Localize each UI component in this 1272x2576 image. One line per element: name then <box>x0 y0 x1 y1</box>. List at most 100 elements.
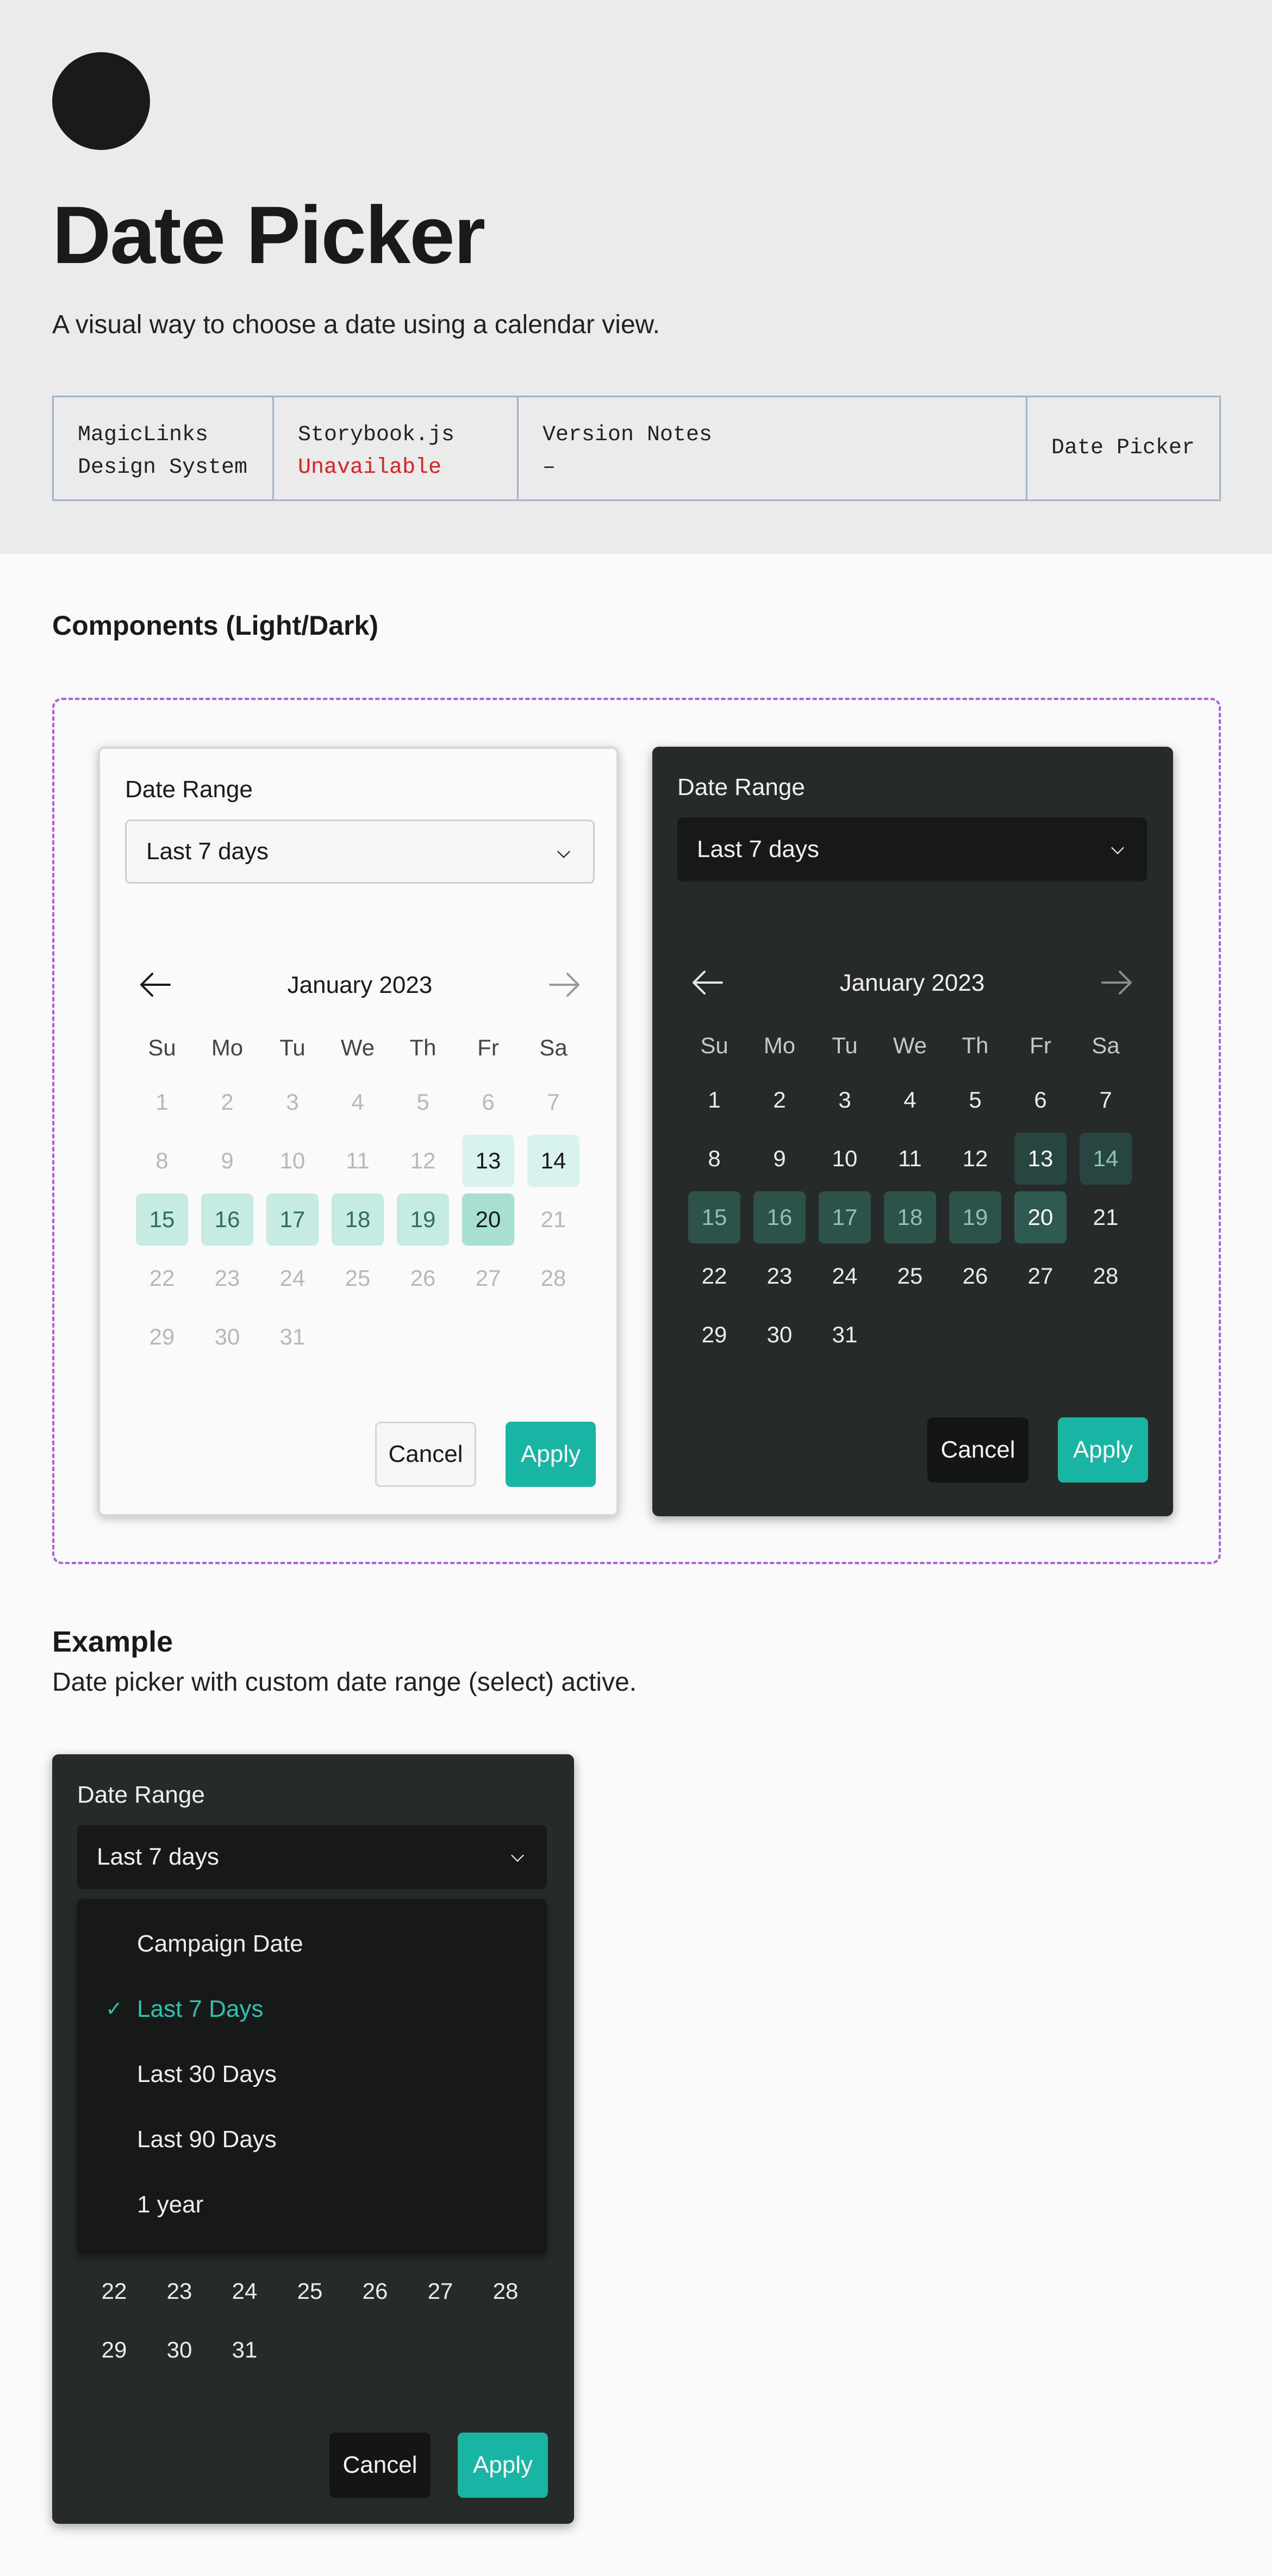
calendar-day[interactable]: 1 <box>688 1074 740 1126</box>
calendar-day[interactable]: 18 <box>884 1191 936 1243</box>
calendar-day[interactable]: 5 <box>949 1074 1001 1126</box>
calendar-day[interactable]: 26 <box>349 2265 401 2317</box>
calendar-day[interactable]: 25 <box>884 1250 936 1302</box>
calendar-day[interactable]: 25 <box>332 1252 384 1304</box>
calendar-day[interactable]: 11 <box>884 1133 936 1185</box>
option-last-7-days[interactable]: Last 7 Days <box>137 1996 263 2023</box>
calendar-day[interactable]: 25 <box>284 2265 336 2317</box>
calendar-day[interactable]: 12 <box>397 1135 449 1187</box>
calendar-day[interactable]: 8 <box>136 1135 188 1187</box>
apply-button[interactable]: Apply <box>458 2433 548 2498</box>
date-picker-light: Date Range Last 7 days January 2023 Su Mo… <box>98 747 619 1516</box>
calendar-day[interactable]: 29 <box>688 1309 740 1361</box>
calendar-day[interactable]: 22 <box>136 1252 188 1304</box>
calendar-day[interactable]: 9 <box>201 1135 253 1187</box>
calendar-day[interactable]: 14 <box>1080 1133 1132 1185</box>
calendar-day[interactable]: 3 <box>266 1076 319 1128</box>
calendar-day[interactable]: 24 <box>266 1252 319 1304</box>
date-range-select[interactable]: Last 7 days <box>125 820 595 884</box>
weekday-header: Tu <box>279 1035 305 1060</box>
calendar-day[interactable]: 9 <box>753 1133 806 1185</box>
calendar-day[interactable]: 2 <box>201 1076 253 1128</box>
info-table: MagicLinks Design System Storybook.js Un… <box>52 396 1221 501</box>
calendar-day[interactable]: 6 <box>1014 1074 1067 1126</box>
example-title: Example <box>52 1625 173 1658</box>
weekday-header: Sa <box>539 1035 568 1060</box>
calendar-day[interactable]: 17 <box>819 1191 871 1243</box>
calendar-day[interactable]: 31 <box>219 2324 271 2376</box>
cancel-button[interactable]: Cancel <box>927 1417 1028 1483</box>
cancel-button[interactable]: Cancel <box>329 2433 431 2498</box>
calendar-day[interactable]: 17 <box>266 1193 319 1246</box>
calendar-day[interactable]: 16 <box>753 1191 806 1243</box>
calendar-day[interactable]: 4 <box>332 1076 384 1128</box>
calendar-day[interactable]: 21 <box>527 1193 579 1246</box>
arrow-right-icon[interactable] <box>1098 966 1136 999</box>
calendar-day[interactable]: 26 <box>397 1252 449 1304</box>
calendar-day[interactable]: 23 <box>753 1250 806 1302</box>
calendar-day[interactable]: 7 <box>527 1076 579 1128</box>
calendar-day[interactable]: 26 <box>949 1250 1001 1302</box>
calendar-day[interactable]: 23 <box>153 2265 205 2317</box>
calendar-day[interactable]: 20 <box>462 1193 514 1246</box>
calendar-day[interactable]: 2 <box>753 1074 806 1126</box>
calendar-day[interactable]: 4 <box>884 1074 936 1126</box>
arrow-right-icon[interactable] <box>546 968 584 1001</box>
calendar-day[interactable]: 8 <box>688 1133 740 1185</box>
option-campaign-date[interactable]: Campaign Date <box>137 1930 303 1958</box>
calendar-day[interactable]: 27 <box>1014 1250 1067 1302</box>
page-header: Date Picker A visual way to choose a dat… <box>0 0 1272 554</box>
calendar-day[interactable]: 20 <box>1014 1191 1067 1243</box>
calendar-day[interactable]: 29 <box>136 1311 188 1363</box>
calendar-day[interactable]: 27 <box>462 1252 514 1304</box>
date-range-select[interactable]: Last 7 days <box>677 817 1147 881</box>
calendar-day[interactable]: 28 <box>527 1252 579 1304</box>
calendar-day[interactable]: 29 <box>88 2324 140 2376</box>
calendar-day[interactable]: 13 <box>1014 1133 1067 1185</box>
calendar-day[interactable]: 15 <box>136 1193 188 1246</box>
calendar-day[interactable]: 31 <box>266 1311 319 1363</box>
calendar-day[interactable]: 18 <box>332 1193 384 1246</box>
option-1-year[interactable]: 1 year <box>137 2191 203 2218</box>
calendar-day[interactable]: 23 <box>201 1252 253 1304</box>
calendar-day[interactable]: 6 <box>462 1076 514 1128</box>
calendar-day[interactable]: 24 <box>819 1250 871 1302</box>
calendar-day[interactable]: 12 <box>949 1133 1001 1185</box>
apply-button[interactable]: Apply <box>1058 1417 1148 1483</box>
cancel-button[interactable]: Cancel <box>375 1422 476 1487</box>
calendar-day[interactable]: 16 <box>201 1193 253 1246</box>
calendar-day[interactable]: 31 <box>819 1309 871 1361</box>
calendar-day[interactable]: 5 <box>397 1076 449 1128</box>
date-range-select[interactable]: Last 7 days <box>77 1825 547 1889</box>
storybook-status: Unavailable <box>298 455 442 480</box>
calendar-day[interactable]: 30 <box>201 1311 253 1363</box>
calendar-day[interactable]: 21 <box>1080 1191 1132 1243</box>
calendar-day[interactable]: 27 <box>414 2265 466 2317</box>
option-last-30-days[interactable]: Last 30 Days <box>137 2061 277 2088</box>
calendar-day[interactable]: 14 <box>527 1135 579 1187</box>
calendar-day[interactable]: 30 <box>153 2324 205 2376</box>
calendar-day[interactable]: 15 <box>688 1191 740 1243</box>
option-last-90-days[interactable]: Last 90 Days <box>137 2126 277 2153</box>
calendar-day[interactable]: 28 <box>1080 1250 1132 1302</box>
calendar-day[interactable]: 13 <box>462 1135 514 1187</box>
calendar-day[interactable]: 22 <box>88 2265 140 2317</box>
calendar-day[interactable]: 30 <box>753 1309 806 1361</box>
calendar-day[interactable]: 19 <box>397 1193 449 1246</box>
calendar-day[interactable]: 3 <box>819 1074 871 1126</box>
apply-button[interactable]: Apply <box>506 1422 596 1487</box>
calendar-day[interactable]: 22 <box>688 1250 740 1302</box>
calendar-day[interactable]: 10 <box>266 1135 319 1187</box>
weekday-header: Su <box>148 1035 176 1060</box>
calendar-day[interactable]: 7 <box>1080 1074 1132 1126</box>
date-picker-dark: Date Range Last 7 days January 2023 Su Mo… <box>652 747 1173 1516</box>
calendar-day[interactable]: 1 <box>136 1076 188 1128</box>
calendar-day[interactable]: 10 <box>819 1133 871 1185</box>
calendar-day[interactable]: 11 <box>332 1135 384 1187</box>
calendar-day[interactable]: 28 <box>479 2265 532 2317</box>
page-subtitle: A visual way to choose a date using a ca… <box>52 310 660 339</box>
version-notes-value: – <box>543 455 556 480</box>
calendar-day[interactable]: 24 <box>219 2265 271 2317</box>
calendar-day[interactable]: 19 <box>949 1191 1001 1243</box>
storybook-label: Storybook.js <box>298 423 455 447</box>
